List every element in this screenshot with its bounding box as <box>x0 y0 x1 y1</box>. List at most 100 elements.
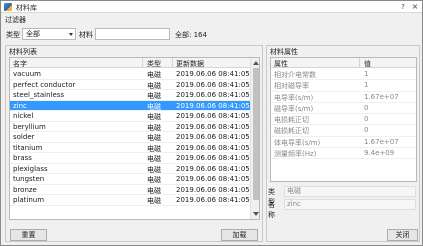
table-row[interactable]: brass 电磁 2019.06.06 08:41:05 <box>10 153 250 164</box>
table-row[interactable]: nickel 电磁 2019.06.06 08:41:05 <box>10 111 250 122</box>
property-row: 磁导率(s/m) 0 <box>271 103 416 115</box>
material-library-window: 材料库 ? × 过滤器 类型 全部 材料 全部: 164 材料列表 名字 类型 … <box>0 0 423 246</box>
material-name-cell: plexiglass <box>13 164 48 173</box>
material-date-cell: 2019.06.06 08:41:05 <box>176 91 250 99</box>
chevron-down-icon <box>69 33 73 36</box>
material-properties-panel: 材料属性 属性 值 相对介电常数 1 相对磁导率 1 电导率(s/m) 1.67e+07 磁… <box>266 45 420 242</box>
column-header-property: 属性 <box>274 60 288 68</box>
close-window-button[interactable]: × <box>409 2 421 12</box>
material-name-cell: steel_stainless <box>13 91 65 99</box>
property-name-cell: 磁导率(s/m) <box>274 104 314 113</box>
material-type-cell: 电磁 <box>147 92 161 100</box>
type-select[interactable]: 全部 <box>22 28 76 40</box>
property-name-cell: 磁损耗正切 <box>274 127 309 136</box>
material-rows: vacuum 电磁 2019.06.06 08:41:05 perfect condu… <box>10 69 250 206</box>
material-type-cell: 电磁 <box>147 165 161 174</box>
material-name-cell: titanium <box>13 143 43 152</box>
table-row[interactable]: steel_stainless 电磁 2019.06.06 08:41:05 <box>10 90 250 101</box>
table-row[interactable]: solder 电磁 2019.06.06 08:41:05 <box>10 132 250 143</box>
list-scrollbar[interactable] <box>250 58 259 219</box>
material-type-cell: 电磁 <box>147 197 161 205</box>
material-type-cell: 电磁 <box>147 71 161 79</box>
table-row[interactable]: bronze 电磁 2019.06.06 08:41:05 <box>10 185 250 195</box>
material-type-cell: 电磁 <box>147 102 161 111</box>
material-date-cell: 2019.06.06 08:41:05 <box>176 70 250 78</box>
scroll-thumb[interactable] <box>253 68 259 200</box>
type-select-value: 全部 <box>26 30 40 38</box>
material-type-cell: 电磁 <box>147 113 161 121</box>
property-name-cell: 电损耗正切 <box>274 116 309 125</box>
table-row[interactable]: beryllium 电磁 2019.06.06 08:41:05 <box>10 122 250 132</box>
property-row: 相对介电常数 1 <box>271 69 416 81</box>
material-name-cell: zinc <box>13 101 27 110</box>
property-name-cell: 相对介电常数 <box>274 71 316 79</box>
material-date-cell: 2019.06.06 08:41:05 <box>176 154 250 162</box>
title-bar: 材料库 ? × <box>1 1 422 13</box>
properties-header: 属性 值 <box>271 58 416 68</box>
material-label: 材料 <box>79 31 93 39</box>
material-date-cell: 2019.06.06 08:41:05 <box>176 143 250 152</box>
table-row[interactable]: tungsten 电磁 2019.06.06 08:41:05 <box>10 174 250 185</box>
table-row[interactable]: zinc 电磁 2019.06.06 08:41:05 <box>10 100 250 111</box>
table-row[interactable]: perfect conductor 电磁 2019.06.06 08:41:05 <box>10 80 250 90</box>
column-header-value: 值 <box>364 60 371 68</box>
property-value-cell: 1 <box>364 81 369 90</box>
property-row: 体电导率(s/m) 1.67e+07 <box>271 137 416 149</box>
material-type-cell: 电磁 <box>147 186 161 195</box>
property-value-cell: 0 <box>364 103 369 112</box>
close-button[interactable]: 关闭 <box>387 229 418 241</box>
material-name-cell: vacuum <box>13 70 41 78</box>
material-type-cell: 电磁 <box>147 176 161 184</box>
material-list-header: 名字 类型 更新数据 <box>10 58 250 68</box>
material-date-cell: 2019.06.06 08:41:05 <box>176 101 250 110</box>
property-value-cell: 9.4e+09 <box>364 149 395 158</box>
property-name-cell: 体电导率(s/m) <box>274 138 321 147</box>
table-row[interactable]: platinum 电磁 2019.06.06 08:41:05 <box>10 195 250 206</box>
property-row: 电导率(s/m) 1.67e+07 <box>271 92 416 103</box>
material-search-input[interactable] <box>95 28 170 40</box>
material-name-cell: brass <box>13 154 32 162</box>
table-row[interactable]: titanium 电磁 2019.06.06 08:41:05 <box>10 143 250 153</box>
app-icon <box>4 3 12 11</box>
property-name-cell: 测量频率(Hz) <box>274 150 317 159</box>
column-header-type[interactable]: 类型 <box>147 59 161 69</box>
property-value-cell: 0 <box>364 126 369 135</box>
property-row: 电损耗正切 0 <box>271 114 416 126</box>
help-button[interactable]: ? <box>397 2 409 12</box>
reset-button[interactable]: 重置 <box>10 229 47 241</box>
scroll-down-arrow-icon[interactable] <box>253 212 259 216</box>
property-row: 相对磁导率 1 <box>271 80 416 92</box>
material-list-table: 名字 类型 更新数据 vacuum 电磁 2019.06.06 08:41:05 pe… <box>9 57 260 220</box>
property-name-cell: 相对磁导率 <box>274 82 309 91</box>
column-header-name[interactable]: 名字 <box>13 59 27 69</box>
material-date-cell: 2019.06.06 08:41:05 <box>176 112 250 120</box>
scroll-up-arrow-icon[interactable] <box>253 61 259 65</box>
material-date-cell: 2019.06.06 08:41:05 <box>176 133 250 141</box>
name-info-label: 名称 <box>268 201 275 219</box>
property-value-cell: 0 <box>364 115 369 124</box>
material-name-cell: nickel <box>13 112 34 120</box>
material-type-cell: 电磁 <box>147 123 161 132</box>
property-value-cell: 1.67e+07 <box>364 137 399 146</box>
material-name-cell: platinum <box>13 196 45 204</box>
material-type-cell: 电磁 <box>147 134 161 142</box>
window-title: 材料库 <box>16 4 37 12</box>
material-name-cell: bronze <box>13 185 37 194</box>
material-type-cell: 电磁 <box>147 144 161 153</box>
material-date-cell: 2019.06.06 08:41:05 <box>176 80 250 89</box>
table-row[interactable]: vacuum 电磁 2019.06.06 08:41:05 <box>10 69 250 80</box>
material-date-cell: 2019.06.06 08:41:05 <box>176 122 250 131</box>
material-name-cell: solder <box>13 133 35 141</box>
material-date-cell: 2019.06.06 08:41:05 <box>176 196 250 204</box>
material-type-cell: 电磁 <box>147 155 161 163</box>
property-value-cell: 1 <box>364 70 369 78</box>
property-name-cell: 电导率(s/m) <box>274 93 314 102</box>
column-header-updated[interactable]: 更新数据 <box>176 59 204 69</box>
material-name-cell: beryllium <box>13 122 46 131</box>
load-button[interactable]: 加载 <box>221 229 258 241</box>
type-label: 类型 <box>6 31 20 39</box>
material-list-panel: 材料列表 名字 类型 更新数据 vacuum 电磁 2019.06.06 08:41… <box>5 45 263 242</box>
total-count: 全部: 164 <box>175 31 207 39</box>
material-date-cell: 2019.06.06 08:41:05 <box>176 185 250 194</box>
table-row[interactable]: plexiglass 电磁 2019.06.06 08:41:05 <box>10 164 250 174</box>
